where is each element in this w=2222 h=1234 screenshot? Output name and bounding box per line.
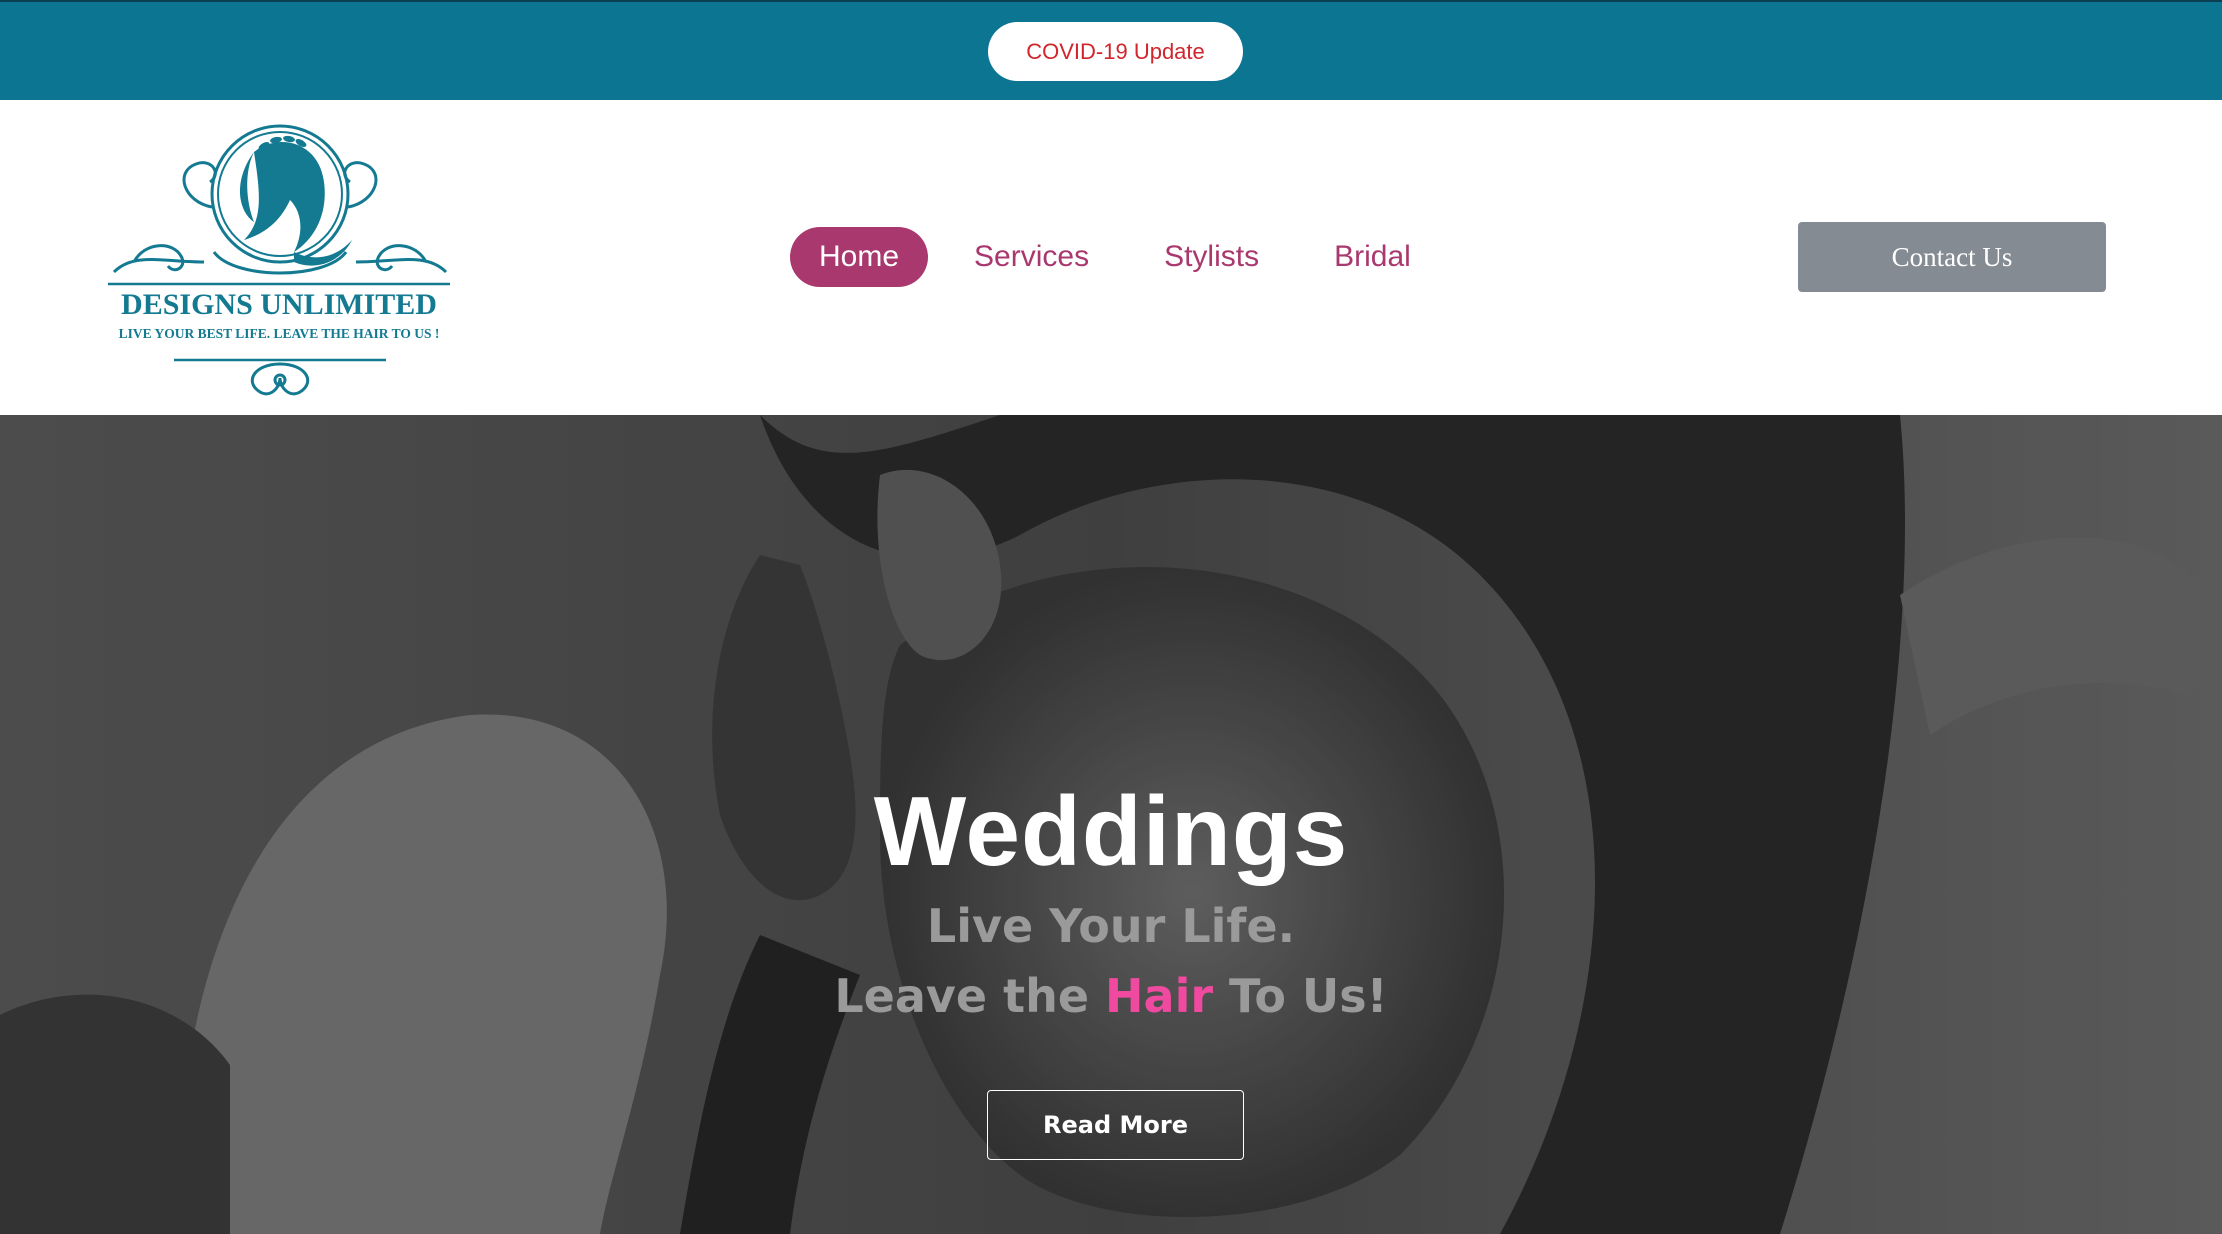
announcement-bar: COVID-19 Update <box>0 0 2222 100</box>
read-more-button[interactable]: Read More <box>987 1090 1244 1160</box>
hero-banner: Weddings Live Your Life. Leave the Hair … <box>0 415 2222 1234</box>
main-nav: Home Services Stylists Bridal <box>790 227 1457 287</box>
hero-title: Weddings <box>873 776 1349 886</box>
hero-subtitle-text-after: To Us! <box>1213 969 1388 1023</box>
hero-subtitle-line-1: Live Your Life. <box>926 899 1296 953</box>
hair-highlight: Hair <box>1105 969 1214 1023</box>
designs-unlimited-logo[interactable]: DESIGNS UNLIMITED LIVE YOUR BEST LIFE. L… <box>104 112 454 404</box>
contact-us-button[interactable]: Contact Us <box>1798 222 2106 292</box>
logo-tagline-text: LIVE YOUR BEST LIFE. LEAVE THE HAIR TO U… <box>119 326 440 341</box>
nav-item-bridal[interactable]: Bridal <box>1305 227 1440 287</box>
nav-item-stylists[interactable]: Stylists <box>1135 227 1288 287</box>
logo-name-text: DESIGNS UNLIMITED <box>121 288 437 321</box>
hero-subtitle-line-2: Leave the Hair To Us! <box>0 969 2222 1023</box>
hero-subtitle-text-before: Leave the <box>834 969 1106 1023</box>
site-header: DESIGNS UNLIMITED LIVE YOUR BEST LIFE. L… <box>0 100 2222 415</box>
nav-item-services[interactable]: Services <box>945 227 1118 287</box>
nav-item-home[interactable]: Home <box>790 227 929 287</box>
covid-update-button[interactable]: COVID-19 Update <box>988 22 1243 81</box>
